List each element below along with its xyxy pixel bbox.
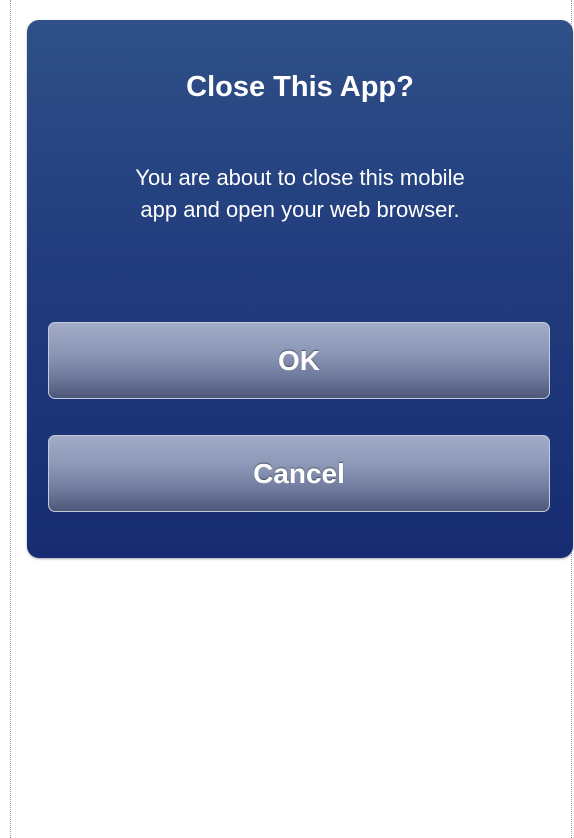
dialog-message: You are about to close this mobile app a…: [27, 162, 573, 226]
ok-button[interactable]: OK: [48, 322, 550, 399]
cancel-button[interactable]: Cancel: [48, 435, 550, 512]
dialog-message-line-2: app and open your web browser.: [140, 197, 460, 222]
dialog-title: Close This App?: [186, 71, 414, 103]
dialog-message-line-1: You are about to close this mobile: [135, 165, 465, 190]
